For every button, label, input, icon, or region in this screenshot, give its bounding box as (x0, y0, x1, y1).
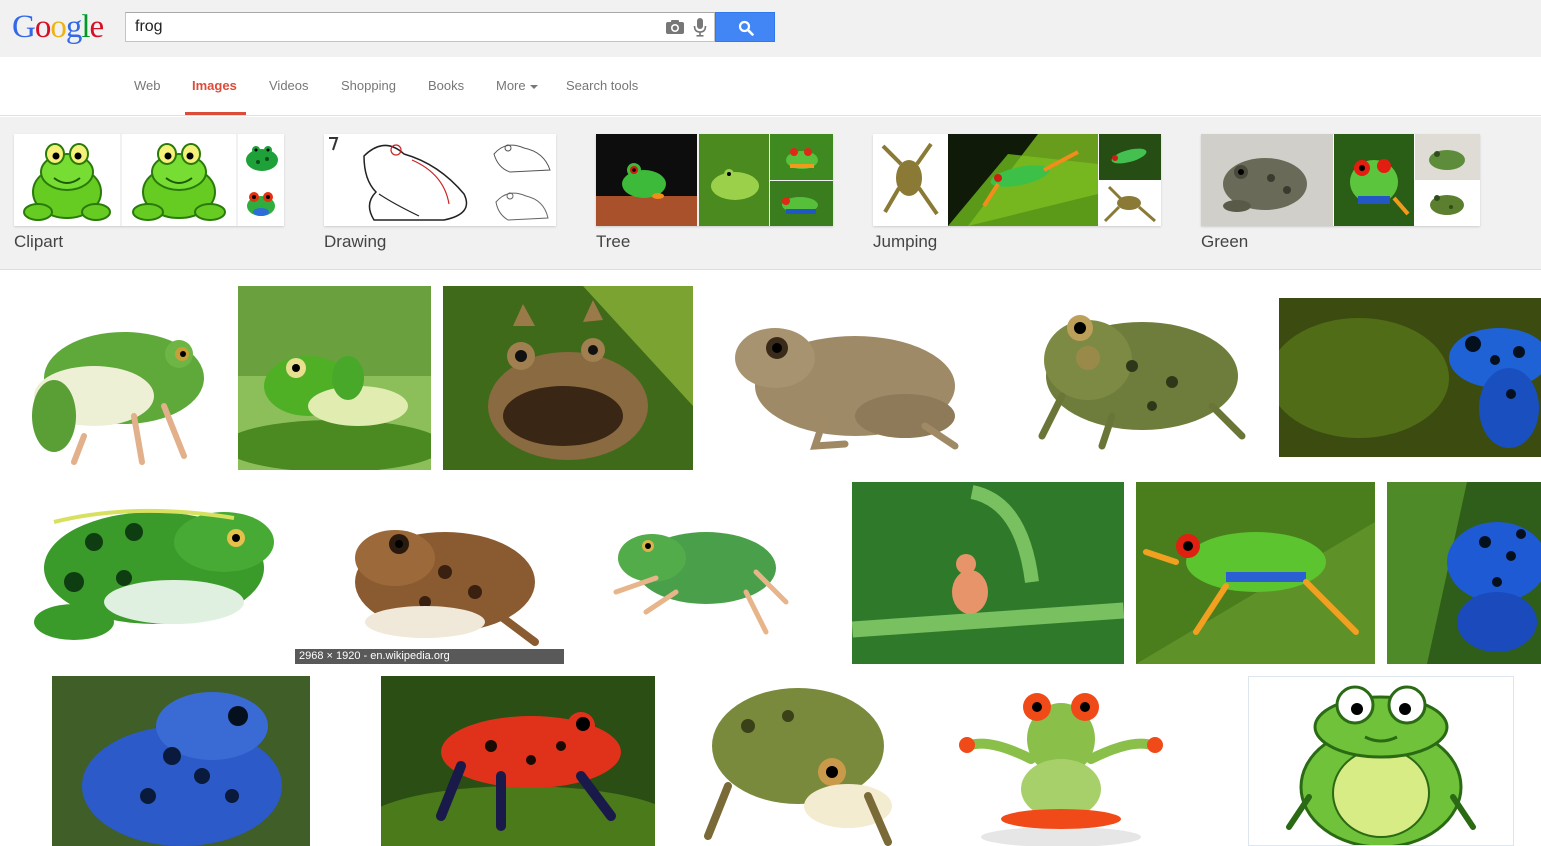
related-topic-jumping[interactable]: Jumping (873, 134, 1161, 254)
caret-down-icon (529, 84, 538, 89)
related-thumb (596, 134, 697, 226)
related-thumb (873, 134, 947, 226)
related-thumb (1415, 134, 1480, 180)
related-searches: Clipart Drawing Tree Jumping Green (0, 117, 1541, 270)
related-thumb (1099, 134, 1161, 180)
related-topic-label: Clipart (14, 232, 64, 251)
related-topic-clipart[interactable]: Clipart (14, 134, 284, 254)
tab-more[interactable]: More (496, 78, 538, 93)
related-thumbnails (596, 134, 833, 226)
image-result[interactable] (705, 286, 980, 470)
image-result[interactable] (443, 286, 693, 470)
image-result[interactable] (1387, 482, 1541, 664)
related-topic-tree[interactable]: Tree (596, 134, 833, 254)
search-button[interactable] (715, 12, 775, 42)
related-thumb (14, 134, 120, 226)
microphone-icon[interactable] (693, 17, 707, 37)
related-thumbnails (14, 134, 284, 226)
image-result[interactable] (992, 286, 1267, 470)
tab-images[interactable]: Images (192, 78, 237, 93)
related-thumb (1415, 181, 1480, 226)
image-result[interactable] (238, 286, 431, 470)
related-thumbnails (324, 134, 556, 226)
related-thumb (1099, 181, 1161, 226)
search-icon (738, 20, 754, 36)
image-result[interactable] (576, 482, 840, 664)
related-thumb (770, 181, 833, 226)
related-thumbnails (1201, 134, 1480, 226)
related-thumb (486, 134, 556, 180)
related-topic-label: Green (1201, 232, 1249, 251)
image-result[interactable] (911, 679, 1211, 846)
image-result[interactable] (381, 676, 655, 846)
related-thumb (122, 134, 236, 226)
image-result[interactable] (14, 286, 226, 470)
related-thumb (324, 134, 484, 226)
related-thumb (1201, 134, 1333, 226)
search-tools-button[interactable]: Search tools (566, 78, 638, 93)
image-result[interactable]: 2968 × 1920 - en.wikipedia.org (295, 482, 564, 664)
tab-web[interactable]: Web (134, 78, 161, 93)
search-box (125, 12, 715, 42)
related-topic-label: Tree (596, 232, 631, 251)
tab-books[interactable]: Books (428, 78, 464, 93)
search-input[interactable] (135, 17, 655, 37)
active-tab-indicator (185, 112, 246, 115)
related-thumbnails (873, 134, 1161, 226)
image-result[interactable] (852, 482, 1124, 664)
related-thumb (238, 134, 284, 180)
tab-videos[interactable]: Videos (269, 78, 309, 93)
related-thumb (948, 134, 1098, 226)
image-result[interactable] (688, 676, 899, 846)
image-result[interactable] (14, 482, 283, 664)
image-meta-overlay: 2968 × 1920 - en.wikipedia.org (295, 649, 564, 664)
related-thumb (238, 180, 284, 226)
tab-shopping[interactable]: Shopping (341, 78, 396, 93)
image-result[interactable] (1279, 298, 1541, 457)
camera-icon[interactable] (665, 19, 685, 35)
image-result[interactable] (1248, 676, 1514, 846)
related-topic-label: Jumping (873, 232, 938, 251)
image-result[interactable] (52, 676, 310, 846)
top-bar: Google (0, 0, 1541, 57)
tab-more-label: More (496, 78, 526, 93)
related-thumb (770, 134, 833, 180)
related-topic-green[interactable]: Green (1201, 134, 1480, 254)
related-topic-drawing[interactable]: Drawing (324, 134, 556, 254)
related-thumb (699, 134, 769, 226)
related-thumb (1334, 134, 1414, 226)
image-result[interactable] (1136, 482, 1375, 664)
related-thumb (486, 180, 556, 226)
google-logo[interactable]: Google (12, 9, 104, 45)
related-topic-label: Drawing (324, 232, 387, 251)
search-nav: Web Images Videos Shopping Books More Se… (0, 57, 1541, 116)
